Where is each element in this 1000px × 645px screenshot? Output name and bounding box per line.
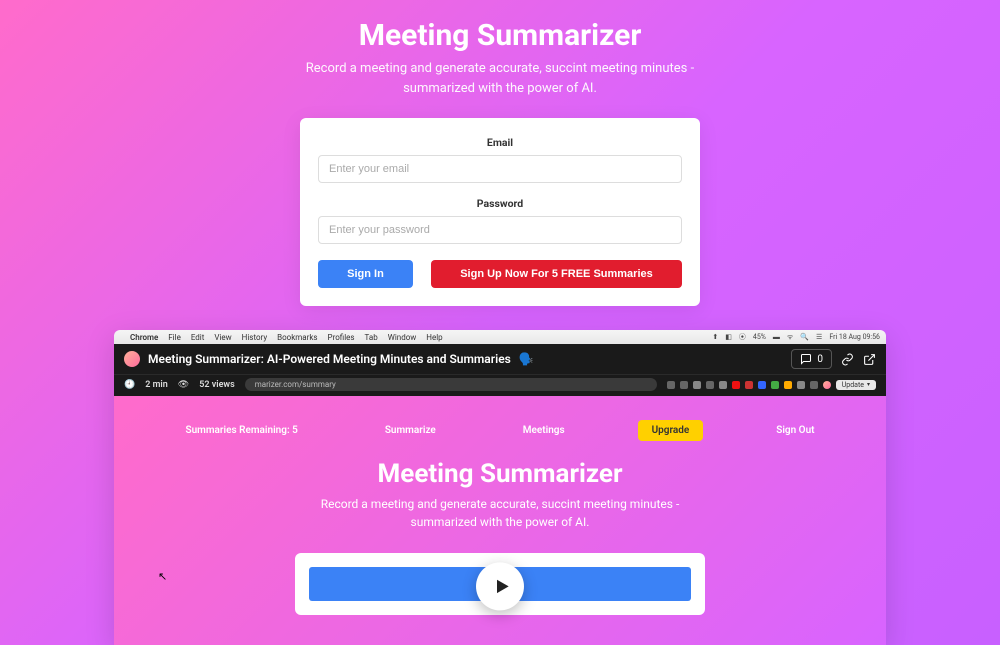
menubar-datetime: Fri 18 Aug 09:56 <box>829 333 880 341</box>
speaker-icon: 🗣️ <box>519 352 534 366</box>
wifi-icon: ᯤ <box>787 333 793 342</box>
video-title: Meeting Summarizer: AI-Powered Meeting M… <box>148 352 511 366</box>
video-hero-subtitle: Record a meeting and generate accurate, … <box>142 495 858 531</box>
video-titlebar: Meeting Summarizer: AI-Powered Meeting M… <box>114 344 886 374</box>
menu-edit: Edit <box>191 333 205 342</box>
nav-signout[interactable]: Sign Out <box>762 420 828 441</box>
signin-button[interactable]: Sign In <box>318 260 413 288</box>
search-icon: 🔍 <box>800 333 809 341</box>
link-icon[interactable] <box>840 352 854 366</box>
play-button[interactable] <box>476 562 524 610</box>
menubar-icon: ⦿ <box>739 332 746 342</box>
menu-tab: Tab <box>365 333 378 342</box>
menu-profiles: Profiles <box>328 333 355 342</box>
menubar-icon: ⬆ <box>712 333 718 341</box>
menu-bookmarks: Bookmarks <box>277 333 317 342</box>
menu-chrome: Chrome <box>130 333 158 342</box>
page-subtitle: Record a meeting and generate accurate, … <box>0 59 1000 98</box>
play-icon <box>492 576 512 596</box>
control-center-icon: ☰ <box>816 333 822 341</box>
external-link-icon[interactable] <box>862 352 876 366</box>
menu-history: History <box>242 333 267 342</box>
nav-remaining: Summaries Remaining: 5 <box>171 420 311 441</box>
chevron-down-icon: ▾ <box>867 381 870 388</box>
comment-icon <box>800 353 812 365</box>
email-label: Email <box>318 136 682 149</box>
signin-card: Email Password Sign In Sign Up Now For 5… <box>300 118 700 306</box>
password-label: Password <box>318 197 682 210</box>
macos-menubar: Chrome File Edit View History Bookmarks … <box>114 330 886 344</box>
extension-icons: Update ▾ <box>667 380 876 390</box>
page-title: Meeting Summarizer <box>0 18 1000 53</box>
video-metabar: 🕘 2 min 👁 52 views marizer.com/summary U… <box>114 374 886 396</box>
battery-icon: ▬ <box>773 333 780 341</box>
password-field[interactable] <box>318 216 682 244</box>
menu-help: Help <box>426 333 442 342</box>
menu-file: File <box>168 333 181 342</box>
update-button[interactable]: Update ▾ <box>836 380 876 390</box>
demo-video[interactable]: Chrome File Edit View History Bookmarks … <box>114 330 886 645</box>
menu-view: View <box>214 333 231 342</box>
video-duration: 2 min <box>145 380 168 390</box>
email-field[interactable] <box>318 155 682 183</box>
address-bar: marizer.com/summary <box>245 378 657 391</box>
nav-meetings[interactable]: Meetings <box>509 420 579 441</box>
nav-upgrade[interactable]: Upgrade <box>638 420 704 441</box>
video-hero-title: Meeting Summarizer <box>142 459 858 489</box>
menu-window: Window <box>388 333 417 342</box>
cursor-icon: ↖ <box>158 570 167 583</box>
app-nav: Summaries Remaining: 5 Summarize Meeting… <box>142 420 858 441</box>
comment-button[interactable]: 0 <box>791 349 832 369</box>
eye-icon: 👁 <box>178 380 189 390</box>
clock-icon: 🕘 <box>124 380 135 390</box>
video-views: 52 views <box>199 380 234 390</box>
battery-percent: 45% <box>753 333 766 341</box>
video-frame: Summaries Remaining: 5 Summarize Meeting… <box>114 396 886 645</box>
menubar-icon: ◧ <box>725 333 732 341</box>
record-card <box>295 553 705 615</box>
signup-button[interactable]: Sign Up Now For 5 FREE Summaries <box>431 260 682 288</box>
avatar <box>124 351 140 367</box>
nav-summarize[interactable]: Summarize <box>371 420 450 441</box>
